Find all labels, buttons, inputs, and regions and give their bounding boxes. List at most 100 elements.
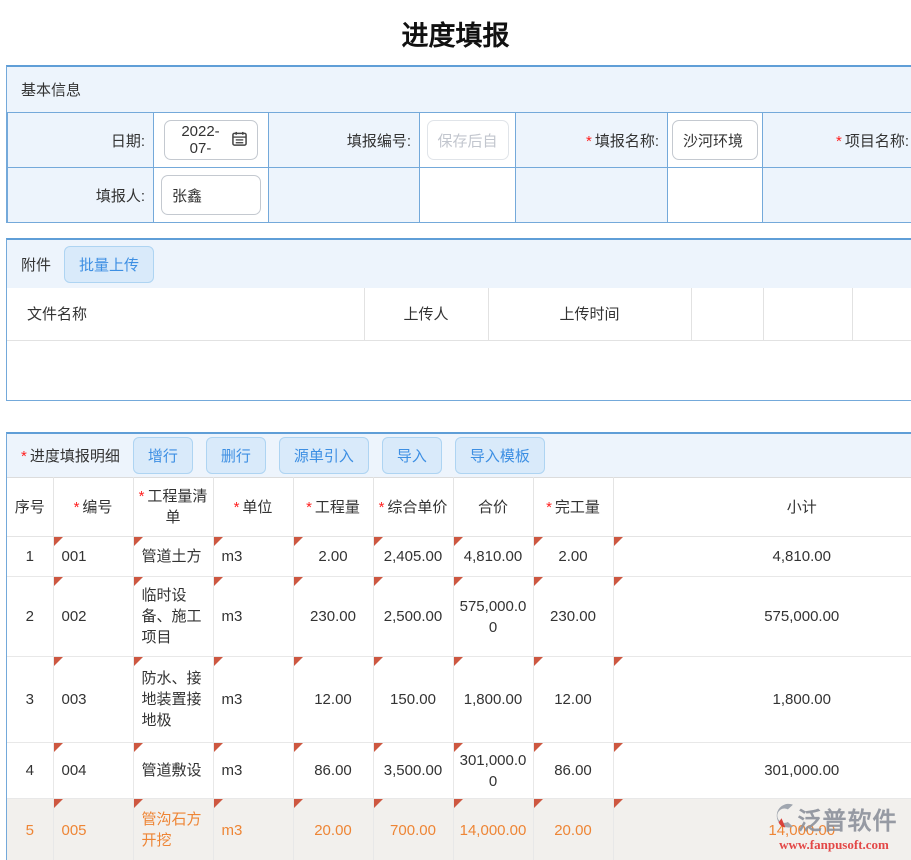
detail-cell[interactable]: 2.00 [533, 537, 613, 577]
detail-cell[interactable]: 150.00 [373, 657, 453, 743]
detail-cell[interactable]: 1,800.00 [453, 657, 533, 743]
cell-corner-marker-icon [214, 799, 223, 808]
cell-corner-marker-icon [614, 577, 623, 586]
detail-toolbar: *进度填报明细 增行删行源单引入导入导入模板 [7, 434, 911, 477]
detail-col-header-7: *完工量 [533, 478, 613, 537]
date-label: 日期: [8, 113, 154, 168]
detail-col-header-4: *工程量 [293, 478, 373, 537]
cell-corner-marker-icon [294, 743, 303, 752]
detail-cell[interactable]: 1,800.00 [613, 657, 911, 743]
detail-cell[interactable]: 005 [53, 799, 133, 860]
page-title: 进度填报 [0, 14, 911, 53]
detail-cell[interactable]: 20.00 [533, 799, 613, 860]
detail-cell[interactable]: 2,405.00 [373, 537, 453, 577]
cell-corner-marker-icon [534, 537, 543, 546]
calendar-icon[interactable] [232, 131, 247, 150]
cell-corner-marker-icon [454, 657, 463, 666]
detail-cell[interactable]: m3 [213, 537, 293, 577]
detail-cell[interactable]: 301,000.00 [613, 743, 911, 799]
detail-cell[interactable]: 20.00 [293, 799, 373, 860]
import-button[interactable]: 导入 [382, 437, 442, 474]
required-asterisk: * [546, 499, 552, 516]
cell-corner-marker-icon [54, 799, 63, 808]
required-asterisk: * [586, 133, 592, 150]
cell-corner-marker-icon [134, 657, 143, 666]
cell-corner-marker-icon [454, 537, 463, 546]
basic-info-form: 日期: 2022-07- 填报编号: 保存后自 *填报名称: [7, 112, 911, 223]
cell-corner-marker-icon [534, 577, 543, 586]
detail-cell[interactable]: 管道敷设 [133, 743, 213, 799]
basic-info-title: 基本信息 [21, 79, 81, 100]
cell-corner-marker-icon [374, 537, 383, 546]
cell-corner-marker-icon [614, 537, 623, 546]
detail-cell[interactable]: 2.00 [293, 537, 373, 577]
date-input[interactable]: 2022-07- [164, 120, 258, 160]
watermark-brand: 泛普软件 [798, 801, 898, 836]
detail-cell[interactable]: 管道土方 [133, 537, 213, 577]
detail-cell[interactable]: 230.00 [533, 577, 613, 657]
detail-cell[interactable]: 防水、接地装置接地极 [133, 657, 213, 743]
attachment-section-header: 附件 批量上传 [7, 240, 911, 288]
detail-cell[interactable]: 12.00 [533, 657, 613, 743]
add-row-button[interactable]: 增行 [133, 437, 193, 474]
detail-row-4: 4004管道敷设m386.003,500.00301,000.0086.0030… [7, 743, 911, 799]
detail-cell[interactable]: m3 [213, 743, 293, 799]
cell-corner-marker-icon [614, 657, 623, 666]
basic-info-panel: 基本信息 日期: 2022-07- 填报编号: [6, 65, 911, 223]
detail-cell[interactable]: m3 [213, 577, 293, 657]
cell-corner-marker-icon [374, 743, 383, 752]
detail-toolbar-buttons: 增行删行源单引入导入导入模板 [120, 437, 545, 474]
cell-corner-marker-icon [214, 657, 223, 666]
detail-row-2: 2002临时设备、施工项目m3230.002,500.00575,000.002… [7, 577, 911, 657]
cell-corner-marker-icon [134, 537, 143, 546]
filler-input[interactable]: 张鑫 [161, 175, 261, 215]
source-import-button[interactable]: 源单引入 [279, 437, 369, 474]
attachment-title: 附件 [21, 254, 51, 275]
detail-cell[interactable]: 575,000.00 [613, 577, 911, 657]
cell-corner-marker-icon [454, 743, 463, 752]
fanpu-logo-icon [771, 802, 798, 836]
detail-cell[interactable]: 管沟石方开挖 [133, 799, 213, 860]
detail-cell[interactable]: 临时设备、施工项目 [133, 577, 213, 657]
cell-corner-marker-icon [214, 537, 223, 546]
basic-info-section-header: 基本信息 [7, 67, 911, 112]
detail-cell[interactable]: 003 [53, 657, 133, 743]
cell-corner-marker-icon [614, 799, 623, 808]
detail-cell[interactable]: 86.00 [533, 743, 613, 799]
required-asterisk: * [139, 488, 145, 505]
detail-cell[interactable]: 575,000.00 [453, 577, 533, 657]
report-no-input: 保存后自 [427, 120, 509, 160]
detail-cell[interactable]: 12.00 [293, 657, 373, 743]
detail-cell[interactable]: 4,810.00 [613, 537, 911, 577]
batch-upload-button[interactable]: 批量上传 [64, 246, 154, 283]
cell-corner-marker-icon [374, 657, 383, 666]
detail-cell[interactable]: 002 [53, 577, 133, 657]
cell-corner-marker-icon [134, 743, 143, 752]
row-number-cell: 5 [7, 799, 53, 860]
report-name-input[interactable]: 沙河环境 [672, 120, 758, 160]
delete-row-button[interactable]: 删行 [206, 437, 266, 474]
detail-cell[interactable]: 004 [53, 743, 133, 799]
detail-cell[interactable]: 2,500.00 [373, 577, 453, 657]
detail-cell[interactable]: 700.00 [373, 799, 453, 860]
detail-cell[interactable]: m3 [213, 799, 293, 860]
detail-col-header-3: *单位 [213, 478, 293, 537]
detail-cell[interactable]: 001 [53, 537, 133, 577]
detail-cell[interactable]: 230.00 [293, 577, 373, 657]
filler-label: 填报人: [8, 168, 154, 223]
required-asterisk: * [74, 499, 80, 516]
detail-row-1: 1001管道土方m32.002,405.004,810.002.004,810.… [7, 537, 911, 577]
watermark-url: www.fanpusoft.com [759, 837, 909, 853]
detail-col-header-2: *工程量清单 [133, 478, 213, 537]
row-number-cell: 1 [7, 537, 53, 577]
detail-cell[interactable]: 4,810.00 [453, 537, 533, 577]
detail-cell[interactable]: 86.00 [293, 743, 373, 799]
detail-cell[interactable]: m3 [213, 657, 293, 743]
row-number-cell: 2 [7, 577, 53, 657]
detail-cell[interactable]: 301,000.00 [453, 743, 533, 799]
required-asterisk: * [379, 499, 385, 516]
detail-cell[interactable]: 3,500.00 [373, 743, 453, 799]
detail-cell[interactable]: 14,000.00 [453, 799, 533, 860]
detail-header-row: 序号*编号*工程量清单*单位*工程量*综合单价合价*完工量小计 [7, 478, 911, 537]
import-template-button[interactable]: 导入模板 [455, 437, 545, 474]
